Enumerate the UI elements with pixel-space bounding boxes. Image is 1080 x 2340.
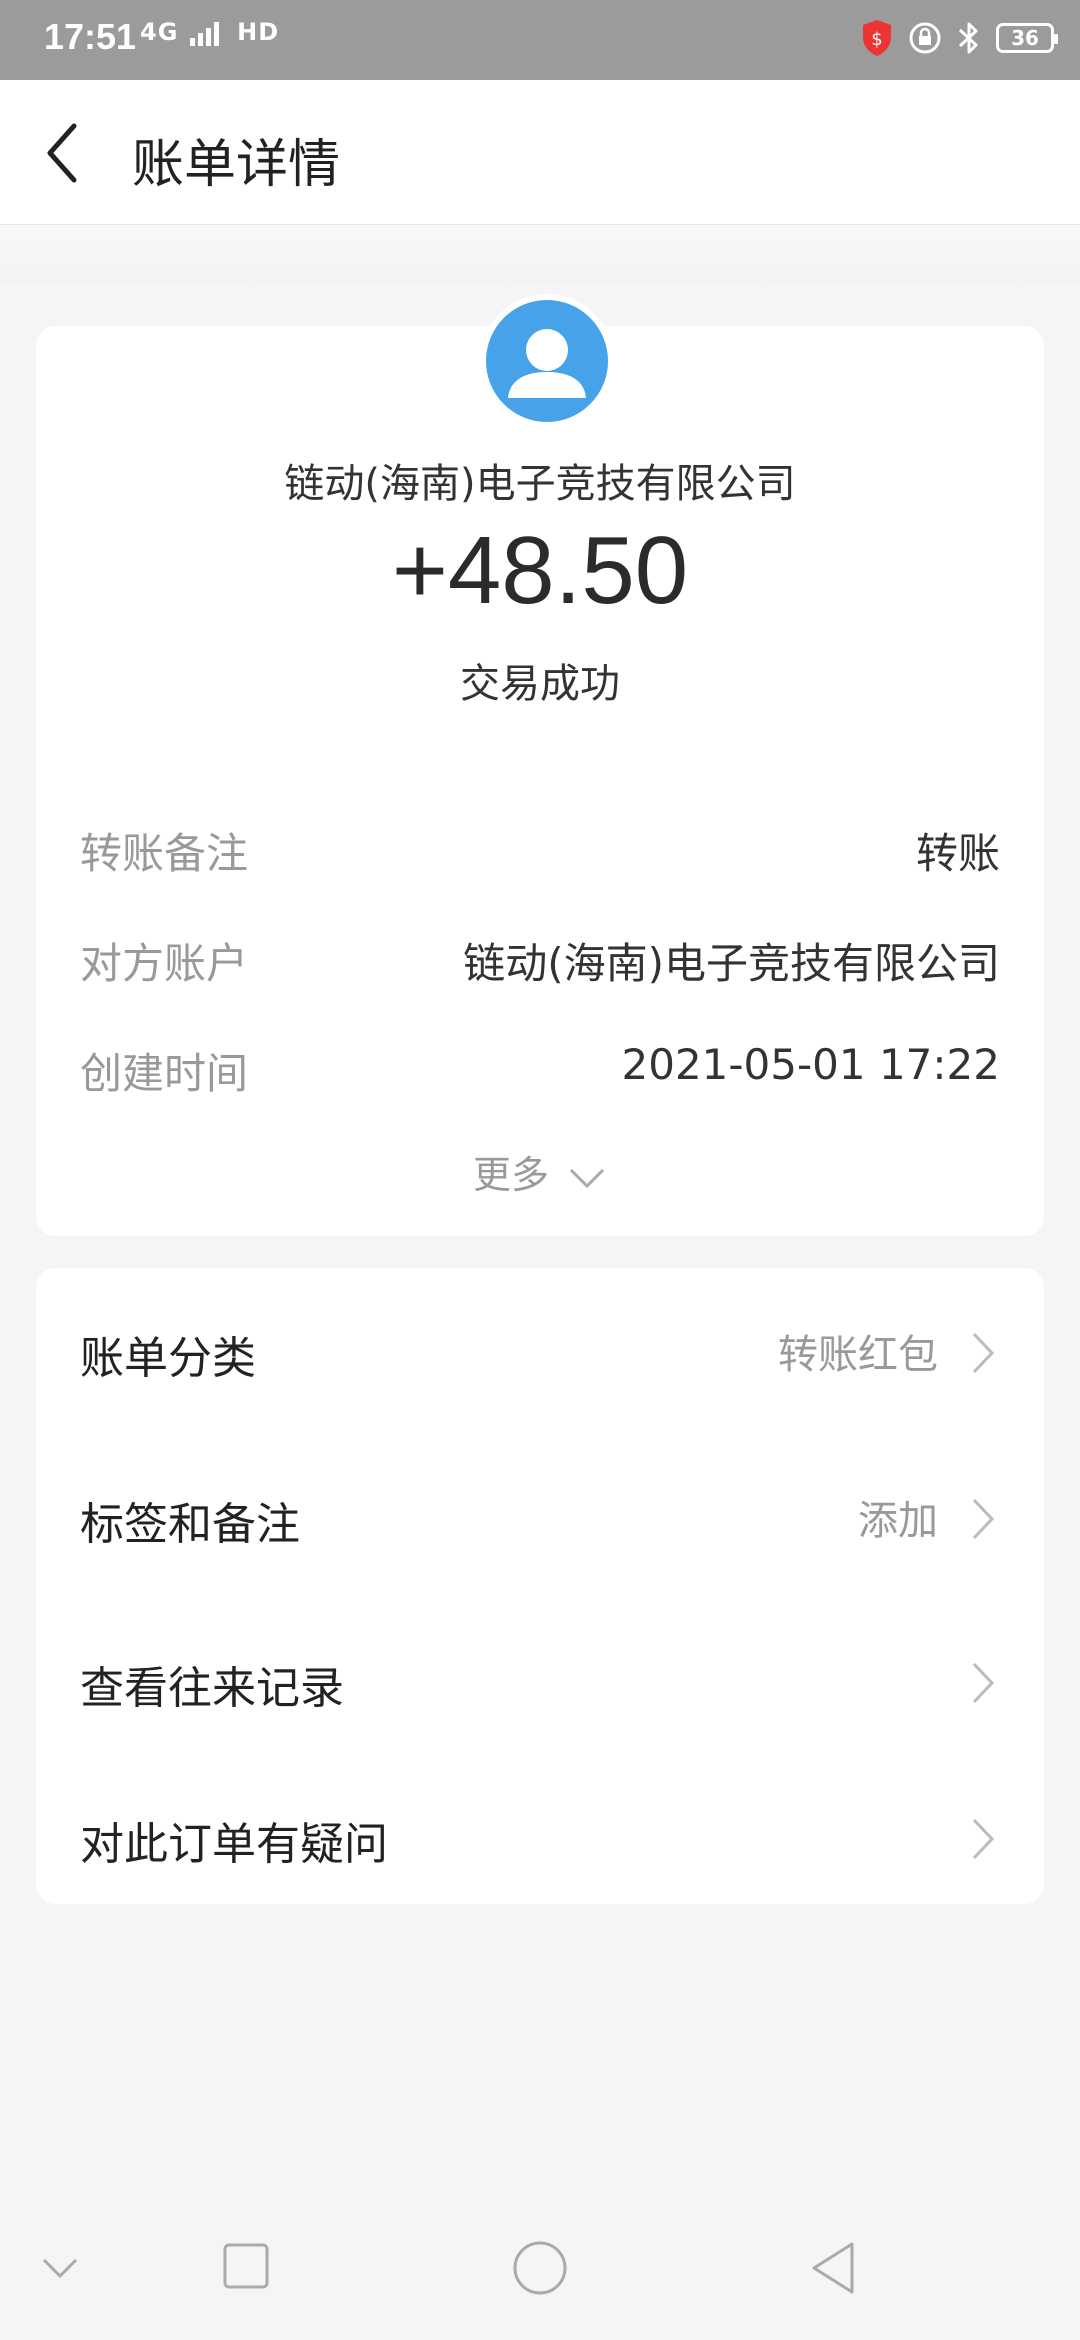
svg-text:$: $	[871, 29, 882, 50]
battery-level: 36	[1011, 26, 1039, 50]
status-time: 17:51	[44, 16, 137, 57]
menu-label: 标签和备注	[80, 1499, 300, 1550]
menu-value: 添加	[858, 1498, 938, 1544]
more-button[interactable]: 更多	[36, 1144, 1044, 1199]
transaction-status: 交易成功	[460, 661, 620, 707]
detail-label: 转账备注	[80, 829, 249, 878]
menu-value: 转账红包	[778, 1332, 938, 1378]
more-label: 更多	[472, 1153, 549, 1197]
detail-value: 转账	[915, 829, 1000, 878]
options-card: 账单分类 转账红包 标签和备注 添加 查看往来记录 对此订单有疑问	[36, 1268, 1044, 1904]
chevron-right-icon	[972, 1332, 995, 1374]
network-indicator: 4G HD	[140, 18, 279, 46]
counterparty-name: 链动(海南)电子竞技有限公司	[284, 461, 796, 507]
lock-rotation-icon	[909, 22, 941, 54]
user-avatar	[480, 294, 614, 428]
page-title: 账单详情	[132, 135, 341, 195]
transaction-amount: +48.50	[391, 517, 689, 624]
detail-value: 2021-05-01 17:22	[621, 1040, 1000, 1089]
detail-label: 创建时间	[80, 1049, 249, 1098]
menu-item-question[interactable]: 对此订单有疑问	[80, 1800, 1000, 1880]
menu-item-category[interactable]: 账单分类 转账红包	[80, 1314, 1000, 1394]
menu-label: 对此订单有疑问	[80, 1819, 388, 1870]
menu-label: 账单分类	[80, 1333, 256, 1384]
chevron-down-icon	[569, 1168, 605, 1188]
menu-item-tags[interactable]: 标签和备注 添加	[80, 1480, 1000, 1560]
detail-row-time: 创建时间 2021-05-01 17:22	[80, 1040, 1000, 1100]
nav-back-icon[interactable]	[808, 2240, 858, 2296]
detail-label: 对方账户	[80, 939, 249, 988]
transaction-card: 链动(海南)电子竞技有限公司 +48.50 交易成功 转账备注 转账 对方账户 …	[36, 294, 1044, 1236]
app-header: 账单详情	[0, 80, 1080, 225]
detail-row-remark: 转账备注 转账	[80, 820, 1000, 880]
hd-badge: HD	[237, 18, 280, 46]
battery-indicator: 36	[996, 23, 1058, 53]
network-type: 4G	[140, 18, 179, 46]
menu-item-history[interactable]: 查看往来记录	[80, 1644, 1000, 1724]
signal-icon	[189, 22, 219, 46]
nav-hide-icon[interactable]	[40, 2256, 80, 2282]
system-nav-bar	[0, 2200, 1080, 2340]
header-shadow	[0, 225, 1080, 285]
bluetooth-icon	[958, 22, 978, 54]
chevron-right-icon	[972, 1662, 995, 1704]
chevron-right-icon	[972, 1818, 995, 1860]
chevron-right-icon	[972, 1498, 995, 1540]
status-bar: 17:51 4G HD $ 36	[0, 0, 1080, 80]
detail-row-account: 对方账户 链动(海南)电子竞技有限公司	[80, 930, 1000, 990]
nav-home-icon[interactable]	[512, 2240, 568, 2296]
user-icon	[508, 329, 586, 398]
detail-value: 链动(海南)电子竞技有限公司	[463, 939, 1000, 988]
back-button[interactable]	[38, 118, 98, 188]
nav-recents-icon[interactable]	[222, 2242, 270, 2290]
menu-label: 查看往来记录	[80, 1663, 344, 1714]
shield-icon: $	[863, 20, 891, 56]
